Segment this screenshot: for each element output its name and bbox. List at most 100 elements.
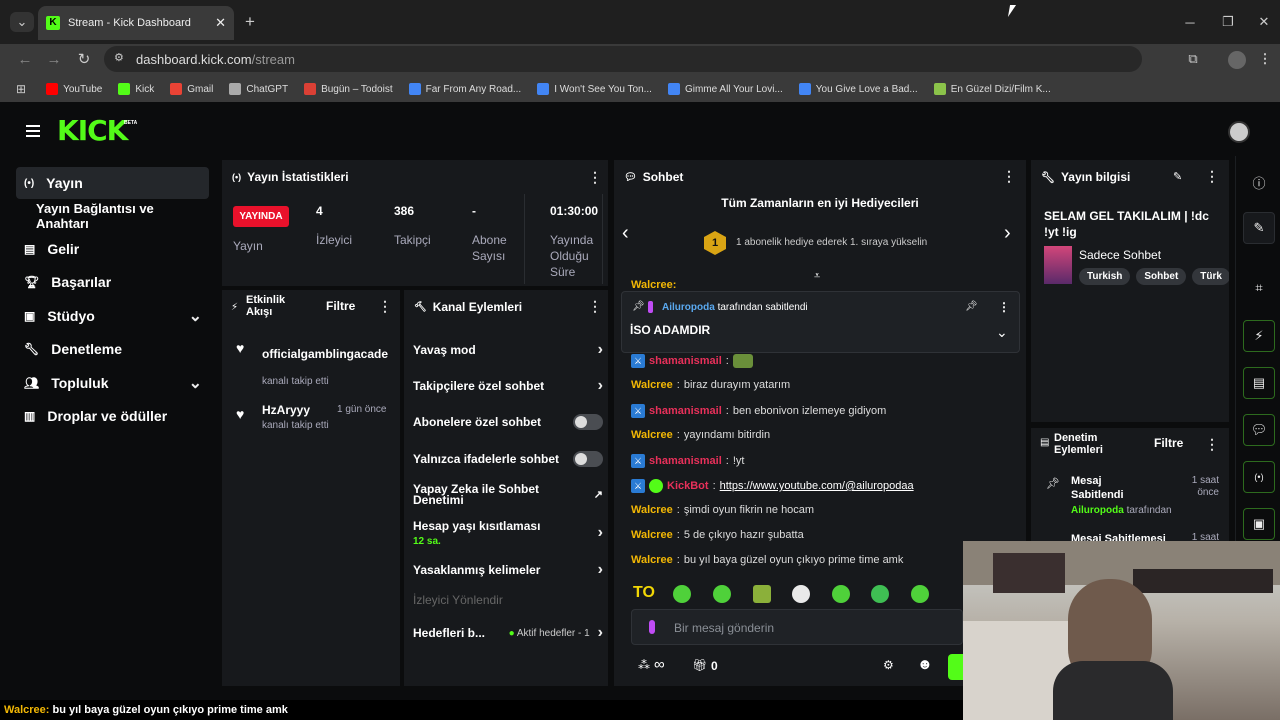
gift-box-icon[interactable]: 🎁︎: [692, 658, 707, 672]
bookmark-item[interactable]: Kick: [118, 83, 154, 95]
emote-icon[interactable]: [911, 585, 929, 603]
new-tab-icon[interactable]: +: [242, 12, 258, 32]
log-icon: ▤: [1040, 437, 1050, 448]
screenshot-icon[interactable]: ⌗: [1243, 272, 1275, 304]
emote-icon[interactable]: [673, 585, 691, 603]
more-options-icon[interactable]: ⋮: [1002, 168, 1016, 185]
kick-logo[interactable]: KICK: [57, 114, 128, 147]
nav-item-stream-key[interactable]: Yayın Bağlantısı ve Anahtarı: [16, 200, 208, 232]
profile-avatar[interactable]: [1228, 51, 1246, 69]
emote-icon[interactable]: [753, 585, 771, 603]
activity-user[interactable]: HzAryyy: [262, 403, 310, 417]
emote-picker-icon[interactable]: ☻: [917, 656, 933, 673]
minimize-icon[interactable]: ─: [1182, 12, 1198, 32]
account-age-row[interactable]: Hesap yaşı kısıtlaması 12 sa. ›: [413, 519, 603, 547]
more-options-icon[interactable]: ⋮: [998, 300, 1010, 314]
extensions-icon[interactable]: ⧉: [1184, 50, 1202, 68]
slow-mode-row[interactable]: Yavaş mod ›: [413, 341, 603, 359]
close-tab-icon[interactable]: ✕: [215, 15, 226, 31]
more-options-icon[interactable]: ⋮: [1205, 168, 1219, 185]
nav-item-studyo[interactable]: ▣ Stüdyo ⌄: [16, 300, 208, 332]
info-icon[interactable]: ⓘ: [1243, 166, 1275, 198]
browser-menu-icon[interactable]: ⋮: [1258, 50, 1272, 68]
mod-action-time: 1 saat önce: [1191, 475, 1219, 498]
heart-icon: ♥: [236, 406, 245, 422]
category-thumbnail[interactable]: [1044, 246, 1072, 284]
chat-input[interactable]: Bir mesaj gönderin: [631, 609, 963, 645]
subs-only-toggle[interactable]: [573, 414, 603, 430]
chat-message: ⚔ shamanismail:: [631, 354, 753, 368]
tag[interactable]: Sohbet: [1136, 268, 1187, 285]
tab-list-icon[interactable]: ⌄: [10, 12, 34, 32]
bookmark-item[interactable]: YouTube: [46, 83, 102, 95]
url-bar[interactable]: ⚙ dashboard.kick.com/stream: [104, 46, 1142, 72]
document-icon[interactable]: ▤: [1243, 367, 1275, 399]
user-avatar[interactable]: [1228, 121, 1250, 143]
activity-filter-button[interactable]: Filtre: [326, 299, 355, 313]
bookmark-item[interactable]: Gmail: [170, 83, 213, 95]
forward-icon[interactable]: →: [45, 50, 63, 68]
bookmark-item[interactable]: Far From Any Road...: [408, 83, 521, 95]
maximize-icon[interactable]: ❐: [1220, 12, 1236, 32]
emote-icon[interactable]: [792, 585, 810, 603]
activity-user[interactable]: officialgamblingacade: [262, 347, 388, 361]
nav-item-yayin[interactable]: (•) Yayın: [16, 167, 208, 199]
goals-row[interactable]: Hedefleri b... ● Aktif hedefler - 1 ›: [413, 624, 603, 642]
chat-link[interactable]: https://www.youtube.com/@ailuropodaa: [720, 480, 914, 492]
leaderboard-icon[interactable]: ⁂: [638, 658, 650, 672]
scroll-down-icon[interactable]: ⩡: [814, 270, 820, 283]
emotes-only-toggle[interactable]: [573, 451, 603, 467]
mod-action-user[interactable]: Ailuropoda: [1071, 505, 1124, 516]
bookmark-item[interactable]: Gimme All Your Lovi...: [667, 83, 783, 95]
nav-item-basarilar[interactable]: 🏆︎ Başarılar: [16, 266, 208, 298]
bookmark-item[interactable]: I Won't See You Ton...: [537, 83, 652, 95]
broadcast-icon[interactable]: (•): [1243, 461, 1275, 493]
settings-icon[interactable]: ⚙: [883, 658, 894, 672]
hamburger-menu-icon[interactable]: [26, 125, 40, 137]
emote-icon[interactable]: [871, 585, 889, 603]
emote-icon[interactable]: [832, 585, 850, 603]
more-options-icon[interactable]: ⋮: [1205, 436, 1219, 453]
nav-item-topluluk[interactable]: 👥︎ Topluluk ⌄: [16, 367, 208, 399]
chat-message: Walcree: bu yıl baya güzel oyun çıkıyo pr…: [631, 554, 904, 566]
bolt-icon[interactable]: ⚡︎: [1243, 320, 1275, 352]
site-info-icon[interactable]: ⚙: [114, 51, 124, 64]
send-button[interactable]: [948, 654, 964, 680]
category-name[interactable]: Sadece Sohbet: [1079, 248, 1161, 262]
back-icon[interactable]: ←: [16, 50, 34, 68]
nav-item-droplar[interactable]: ▥ Droplar ve ödüller: [16, 400, 208, 432]
emote-icon[interactable]: [713, 585, 731, 603]
apps-grid-icon[interactable]: ⊞: [16, 82, 26, 96]
chevron-left-icon[interactable]: ‹: [622, 222, 629, 245]
live-badge: YAYINDA: [233, 206, 289, 227]
more-options-icon[interactable]: ⋮: [378, 298, 392, 315]
tag[interactable]: Turkish: [1079, 268, 1131, 285]
followers-only-row[interactable]: Takipçilere özel sohbet ›: [413, 377, 603, 395]
unpin-icon[interactable]: 📌︎: [965, 301, 978, 312]
expand-icon[interactable]: ⌄: [996, 324, 1008, 341]
bookmark-item[interactable]: Bugün – Todoist: [304, 83, 393, 95]
channel-actions-header: 🔨︎ Kanal Eylemleri: [414, 300, 523, 314]
pinned-by-user[interactable]: Ailuropoda: [662, 302, 715, 313]
ai-moderation-row[interactable]: Yapay Zeka ile Sohbet Denetimi ↗: [413, 483, 603, 506]
mod-filter-button[interactable]: Filtre: [1154, 436, 1183, 450]
tag[interactable]: Türk: [1192, 268, 1229, 285]
more-options-icon[interactable]: ⋮: [588, 169, 602, 186]
close-window-icon[interactable]: ✕: [1256, 12, 1272, 32]
bookmark-item[interactable]: You Give Love a Bad...: [798, 83, 918, 95]
nav-item-denetleme[interactable]: 🔧︎ Denetleme: [16, 333, 208, 365]
edit-icon[interactable]: ✎: [1173, 170, 1182, 183]
bookmark-item[interactable]: En Güzel Dizi/Film K...: [933, 83, 1051, 95]
reload-icon[interactable]: ↻: [75, 50, 93, 68]
emote-to[interactable]: TO: [633, 584, 655, 602]
bookmark-item[interactable]: ChatGPT: [229, 83, 288, 95]
chat-icon[interactable]: 💬︎: [1243, 414, 1275, 446]
browser-tab[interactable]: K Stream - Kick Dashboard ✕: [38, 6, 234, 40]
more-options-icon[interactable]: ⋮: [588, 298, 602, 315]
edit-icon[interactable]: ✎: [1243, 212, 1275, 244]
mic-icon: [648, 301, 653, 313]
chevron-right-icon[interactable]: ›: [1004, 222, 1011, 245]
moderation-icon[interactable]: ▣: [1243, 508, 1275, 540]
banned-words-row[interactable]: Yasaklanmış kelimeler ›: [413, 561, 603, 579]
nav-item-gelir[interactable]: ▤ Gelir: [16, 233, 208, 265]
